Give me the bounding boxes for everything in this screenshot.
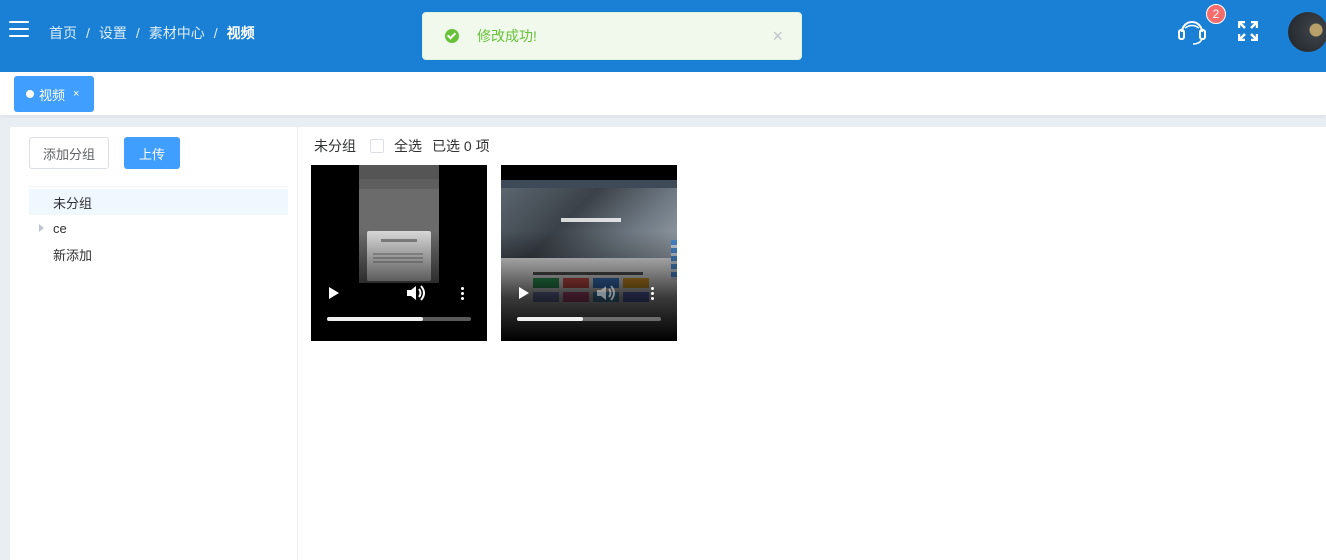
tab-close-icon[interactable]: × — [73, 88, 79, 100]
upload-button[interactable]: 上传 — [124, 137, 180, 169]
success-toast: 修改成功! × — [422, 12, 802, 60]
breadcrumb-separator: / — [213, 25, 218, 41]
toast-close-icon[interactable]: × — [772, 26, 783, 46]
select-all-label[interactable]: 全选 — [394, 136, 422, 156]
tree-item-new[interactable]: 新添加 — [29, 241, 288, 267]
group-title: 未分组 — [314, 138, 356, 154]
breadcrumb-separator: / — [86, 25, 90, 41]
breadcrumb: 首页 / 设置 / 素材中心 / 视频 — [49, 23, 255, 43]
tree-item-ungrouped[interactable]: 未分组 — [29, 189, 288, 215]
group-sidebar: 添加分组 上传 未分组 ce 新添加 — [10, 127, 298, 560]
expand-caret-icon[interactable] — [39, 224, 44, 232]
top-header: 首页 / 设置 / 素材中心 / 视频 修改成功! × 2 — [0, 0, 1326, 72]
more-options-icon[interactable] — [461, 287, 465, 301]
breadcrumb-separator: / — [135, 25, 140, 41]
breadcrumb-item-material-center[interactable]: 素材中心 — [149, 23, 205, 43]
toast-message: 修改成功! — [477, 28, 537, 44]
tree-item-label: 未分组 — [53, 195, 93, 211]
success-check-icon — [445, 29, 459, 43]
tab-video[interactable]: 视频 × — [14, 76, 95, 112]
menu-toggle-icon[interactable] — [9, 21, 29, 37]
tab-label: 视频 — [39, 87, 66, 103]
active-dot-icon — [26, 90, 34, 98]
material-panel: 添加分组 上传 未分组 ce 新添加 未分组 全选 已选 0 项 — [10, 127, 1326, 560]
group-tree: 未分组 ce 新添加 — [29, 189, 288, 267]
tree-item-ce[interactable]: ce — [29, 215, 288, 241]
play-icon[interactable] — [329, 287, 339, 299]
volume-icon[interactable] — [596, 284, 616, 302]
notification-badge: 2 — [1206, 4, 1226, 24]
tree-item-label: ce — [53, 220, 67, 236]
breadcrumb-item-settings[interactable]: 设置 — [99, 23, 127, 43]
breadcrumb-item-home[interactable]: 首页 — [49, 23, 77, 43]
select-all-checkbox[interactable] — [370, 139, 384, 153]
divider — [29, 186, 288, 187]
user-avatar[interactable] — [1288, 12, 1326, 52]
play-icon[interactable] — [519, 287, 529, 299]
add-group-button[interactable]: 添加分组 — [29, 137, 109, 169]
video-progress[interactable] — [327, 317, 471, 321]
tree-item-label: 新添加 — [53, 247, 93, 263]
progress-fill — [517, 317, 584, 321]
volume-icon[interactable] — [406, 284, 426, 302]
fullscreen-icon[interactable] — [1238, 21, 1258, 41]
video-item[interactable] — [311, 165, 487, 341]
list-toolbar: 未分组 全选 已选 0 项 — [314, 136, 490, 156]
video-item[interactable] — [501, 165, 677, 341]
selected-count: 已选 0 项 — [432, 138, 490, 154]
customer-service-icon[interactable] — [1176, 16, 1208, 46]
more-options-icon[interactable] — [651, 287, 655, 301]
video-progress[interactable] — [517, 317, 661, 321]
progress-fill — [327, 317, 424, 321]
tags-bar: 视频 × — [0, 72, 1326, 116]
video-list: 未分组 全选 已选 0 项 — [299, 127, 1326, 560]
breadcrumb-item-video: 视频 — [226, 25, 255, 41]
